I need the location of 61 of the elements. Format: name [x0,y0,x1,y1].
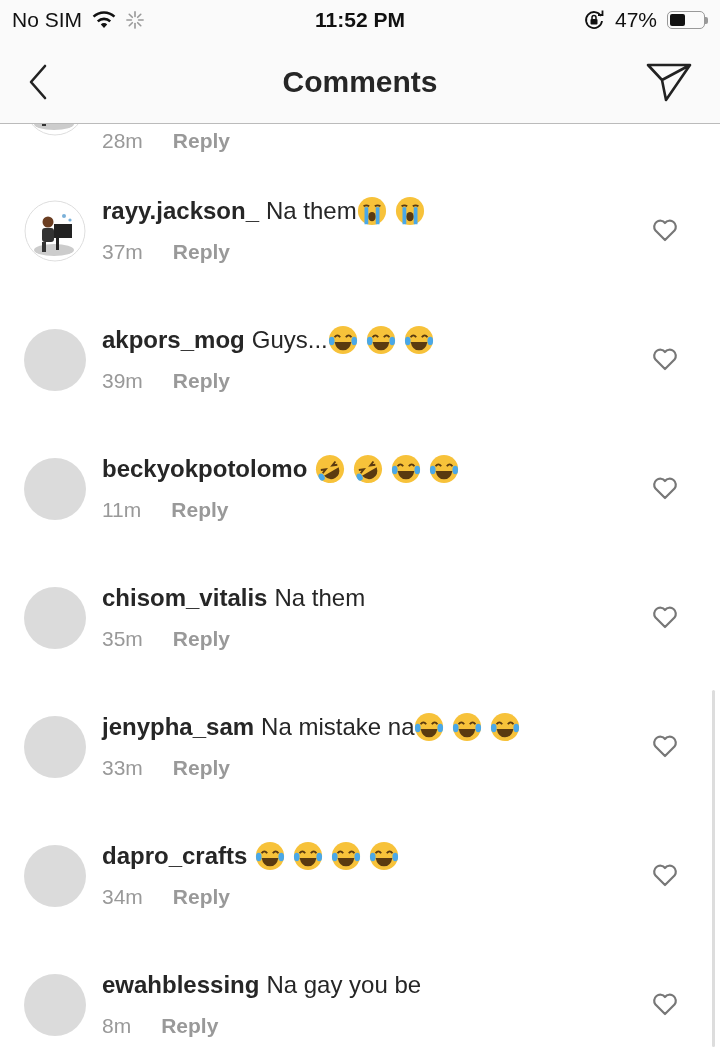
loading-icon [126,11,144,29]
laughing-tears-face-icon [293,840,324,871]
laughing-tears-face-icon [414,711,445,742]
battery-icon [667,11,708,29]
username[interactable]: ewahblessing [102,970,260,999]
laughing-tears-face-icon [403,324,434,355]
laughing-tears-face-icon [365,324,396,355]
username[interactable]: beckyokpotolomo [102,454,308,483]
like-heart-icon[interactable] [652,346,678,371]
comment-time: 28m [102,129,143,153]
clock-time: 11:52 PM [315,8,405,32]
comment-text: Na gay you be [266,970,422,999]
username[interactable]: dapro_crafts [102,841,248,870]
comment-text: Na them [266,196,357,225]
tilted-laughing-face-icon [353,453,384,484]
reply-button[interactable]: Reply [172,884,231,909]
username[interactable]: chisom_vitalis [102,583,268,612]
reply-button[interactable]: Reply [172,755,231,780]
laughing-tears-face-icon [327,324,358,355]
tilted-laughing-face-icon [315,453,346,484]
comment-text: Na them [274,583,366,612]
like-heart-icon[interactable] [652,475,678,500]
reply-button[interactable]: Reply [171,497,229,522]
crying-face-icon [394,195,425,226]
battery-percent: 47% [614,8,657,32]
laughing-tears-face-icon [255,840,286,871]
laughing-tears-face-icon [452,711,483,742]
like-heart-icon[interactable] [652,217,678,242]
comment-time: 11m [102,497,142,522]
reply-button[interactable]: Reply [172,368,231,393]
reply-button[interactable]: Reply [172,129,231,153]
laughing-tears-face-icon [490,711,521,742]
comment-time: 8m [102,1013,132,1038]
reply-button[interactable]: Reply [161,1013,219,1038]
carrier-label: No SIM [12,8,82,32]
comment-text: Na mistake na [261,712,415,741]
back-icon[interactable] [28,63,48,100]
comment-time: 33m [102,755,143,780]
comment-time: 35m [102,626,143,651]
reply-button[interactable]: Reply [172,239,231,264]
comment-text: Guys... [251,325,328,354]
page-title: Comments [282,64,438,99]
laughing-tears-face-icon [391,453,422,484]
like-heart-icon[interactable] [652,991,678,1016]
send-icon[interactable] [646,61,692,102]
wifi-icon [92,11,116,29]
username[interactable]: jenypha_sam [102,712,255,741]
username[interactable]: akpors_mog [102,325,245,354]
comment-time: 39m [102,368,143,393]
comment-time: 37m [102,239,143,264]
laughing-tears-face-icon [369,840,400,871]
like-heart-icon[interactable] [652,604,678,629]
laughing-tears-face-icon [429,453,460,484]
like-heart-icon[interactable] [652,862,678,887]
reply-button[interactable]: Reply [172,626,231,651]
like-heart-icon[interactable] [652,733,678,758]
comment-time: 34m [102,884,143,909]
username[interactable]: rayy.jackson_ [102,196,259,225]
rotation-lock-icon [582,9,605,31]
laughing-tears-face-icon [331,840,362,871]
crying-face-icon [356,195,387,226]
